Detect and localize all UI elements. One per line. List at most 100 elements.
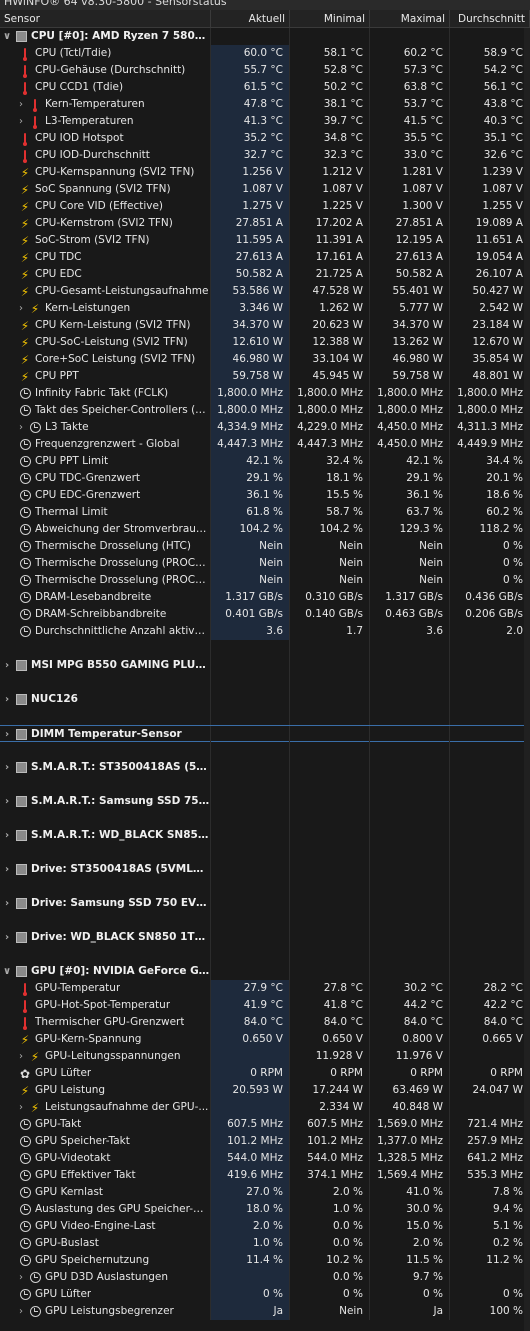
sensor-row[interactable]: GPU Speicher-Takt 101.2 MHz 101.2 MHz 1,377… [0, 1133, 530, 1150]
sensor-row[interactable]: Thermische Drosselung (PROCH... Nein Nein N… [0, 572, 530, 589]
sensor-row[interactable]: Infinity Fabric Takt (FCLK) 1,800.0 MHz 1,… [0, 385, 530, 402]
sensor-row[interactable]: CPU EDC-Grenzwert 36.1 % 15.5 % 36.1 % 18.6 … [0, 487, 530, 504]
sensor-row[interactable]: GPU Effektiver Takt 419.6 MHz 374.1 MHz 1,5… [0, 1167, 530, 1184]
lightning-icon: ⚡ [20, 216, 30, 231]
expand-chevron-icon[interactable]: › [14, 1048, 28, 1065]
sensor-row[interactable]: ⚡ SoC Spannung (SVI2 TFN) 1.087 V 1.087 V 1.… [0, 181, 530, 198]
current-value: 104.2 % [211, 521, 290, 538]
sensor-row[interactable]: Thermische Drosselung (HTC) Nein Nein Nein 0… [0, 538, 530, 555]
sensor-row[interactable]: › ⚡ Leistungsaufnahme der GPU-... 2.334 W 40… [0, 1099, 530, 1116]
expand-chevron-icon[interactable]: › [0, 895, 14, 912]
sensor-row[interactable]: ⚡ CPU Kern-Leistung (SVI2 TFN) 34.370 W 20.… [0, 317, 530, 334]
average-value: 0.206 GB/s [450, 606, 530, 623]
sensor-row[interactable]: CPU IOD-Durchschnitt 32.7 °C 32.3 °C 33.0 °… [0, 147, 530, 164]
expand-chevron-icon[interactable]: › [0, 691, 14, 708]
sensor-row[interactable]: Thermischer GPU-Grenzwert 84.0 °C 84.0 °C 8… [0, 1014, 530, 1031]
sensor-row[interactable]: › L3 Takte 4,334.9 MHz 4,229.0 MHz 4,450.0 M… [0, 419, 530, 436]
sensor-row[interactable]: Frequenzgrenzwert - Global 4,447.3 MHz 4,4… [0, 436, 530, 453]
sensor-row[interactable]: Takt des Speicher-Controllers (U... 1,800… [0, 402, 530, 419]
sensor-row[interactable]: › GPU D3D Auslastungen 0.0 % 9.7 % [0, 1269, 530, 1286]
sensor-row[interactable]: ⚡ CPU-SoC-Leistung (SVI2 TFN) 12.610 W 12.3… [0, 334, 530, 351]
sensor-group-row[interactable]: › Drive: ST3500418AS (5VML8QCE) [D:] [0, 861, 530, 878]
sensor-row[interactable]: ⚡ CPU-Kernspannung (SVI2 TFN) 1.256 V 1.212… [0, 164, 530, 181]
sensor-row[interactable]: DRAM-Schreibbandbreite 0.401 GB/s 0.140 GB… [0, 606, 530, 623]
sensor-row[interactable]: ✿ GPU Lüfter 0 RPM 0 RPM 0 RPM 0 RPM [0, 1065, 530, 1082]
expand-chevron-icon[interactable]: › [0, 861, 14, 878]
expand-chevron-icon[interactable]: › [0, 759, 14, 776]
sensor-row[interactable]: ⚡ CPU PPT 59.758 W 45.945 W 59.758 W 48.801 W [0, 368, 530, 385]
maximum-value: 33.0 °C [370, 147, 450, 164]
sensor-row[interactable]: CPU IOD Hotspot 35.2 °C 34.8 °C 35.5 °C 35.1… [0, 130, 530, 147]
sensor-row[interactable]: ⚡ CPU-Kernstrom (SVI2 TFN) 27.851 A 17.202 … [0, 215, 530, 232]
collapse-chevron-icon[interactable]: ∨ [0, 963, 14, 980]
sensor-group-row[interactable]: ∨ GPU [#0]: NVIDIA GeForce GTX 1080 Ti: A… [0, 963, 530, 980]
expand-chevron-icon[interactable]: › [14, 1099, 28, 1116]
sensor-row[interactable]: ⚡ GPU-Kern-Spannung 0.650 V 0.650 V 0.800 V0… [0, 1031, 530, 1048]
expand-chevron-icon[interactable]: › [14, 1269, 28, 1286]
sensor-row[interactable]: CPU-Gehäuse (Durchschnitt) 55.7 °C 52.8 °C… [0, 62, 530, 79]
sensor-row[interactable]: › ⚡ GPU-Leitungsspannungen 11.928 V 11.976 V [0, 1048, 530, 1065]
thermometer-icon [28, 98, 42, 112]
expand-chevron-icon[interactable]: › [14, 113, 28, 130]
sensor-row[interactable]: › ⚡ Kern-Leistungen 3.346 W 1.262 W 5.777 W 2.… [0, 300, 530, 317]
expand-chevron-icon[interactable]: › [14, 96, 28, 113]
sensor-row[interactable]: Thermal Limit 61.8 % 58.7 % 63.7 % 60.2 % [0, 504, 530, 521]
sensor-row[interactable]: › GPU Leistungsbegrenzer Ja Nein Ja 100 % [0, 1303, 530, 1320]
sensor-row[interactable]: GPU-Hot-Spot-Temperatur 41.9 °C 41.8 °C 44.… [0, 997, 530, 1014]
expand-chevron-icon[interactable]: › [0, 929, 14, 946]
sensor-row[interactable]: GPU-Videotakt 544.0 MHz 544.0 MHz 1,328.5 M… [0, 1150, 530, 1167]
sensor-row[interactable]: ⚡ CPU TDC 27.613 A 17.161 A 27.613 A 19.054 A [0, 249, 530, 266]
sensor-row[interactable]: Abweichung der Stromverbrauch... 104.2 % 1… [0, 521, 530, 538]
sensor-group-row[interactable]: › MSI MPG B550 GAMING PLUS (MS-7C56) (Nuv… [0, 657, 530, 674]
sensor-row[interactable]: ⚡ SoC-Strom (SVI2 TFN) 11.595 A 11.391 A 12.… [0, 232, 530, 249]
expand-chevron-icon[interactable]: › [14, 300, 28, 317]
expand-chevron-icon[interactable]: › [0, 827, 14, 844]
sensor-group-row[interactable]: › Drive: WD_BLACK SN850 1TB (220369440404… [0, 929, 530, 946]
column-header-maximum[interactable]: Maximal [370, 10, 450, 28]
sensor-row[interactable]: GPU-Takt 607.5 MHz 607.5 MHz 1,569.0 MHz 721… [0, 1116, 530, 1133]
column-header-minimum[interactable]: Minimal [290, 10, 370, 28]
collapse-chevron-icon[interactable]: ∨ [0, 28, 14, 45]
sensor-row[interactable]: Durchschnittliche Anzahl aktiver ... 3.6 1… [0, 623, 530, 640]
sensor-row[interactable]: CPU CCD1 (Tdie) 61.5 °C 50.2 °C 63.8 °C 56.1… [0, 79, 530, 96]
sensor-row[interactable]: Auslastung des GPU Speicher-Co... 18.0 % 1… [0, 1201, 530, 1218]
sensor-row[interactable]: GPU-Buslast 1.0 % 0.0 % 2.0 % 0.2 % [0, 1235, 530, 1252]
sensor-chip-icon [14, 659, 28, 673]
sensor-group-row[interactable]: › Drive: Samsung SSD 750 EVO 500GB (S36SN… [0, 895, 530, 912]
sensor-name-cell: CPU (Tctl/Tdie) [0, 45, 211, 62]
expand-chevron-icon[interactable]: › [14, 1303, 28, 1320]
average-value: 1,800.0 MHz [450, 402, 530, 419]
sensor-row[interactable]: ⚡ Core+SoC Leistung (SVI2 TFN) 46.980 W 33.… [0, 351, 530, 368]
sensor-row[interactable]: › L3-Temperaturen 41.3 °C 39.7 °C 41.5 °C 40.… [0, 113, 530, 130]
sensor-group-row[interactable]: › DIMM Temperatur-Sensor [0, 725, 530, 743]
sensor-row[interactable]: CPU TDC-Grenzwert 29.1 % 18.1 % 29.1 % 20.1 … [0, 470, 530, 487]
sensor-group-row[interactable]: ∨ CPU [#0]: AMD Ryzen 7 5800X3D: Enhanced [0, 28, 530, 45]
sensor-row[interactable]: CPU PPT Limit 42.1 % 32.4 % 42.1 % 34.4 % [0, 453, 530, 470]
sensor-row[interactable]: GPU Lüfter 0 % 0 % 0 % 0 % [0, 1286, 530, 1303]
sensor-row[interactable]: DRAM-Lesebandbreite 1.317 GB/s 0.310 GB/s 1… [0, 589, 530, 606]
sensor-group-row[interactable]: › S.M.A.R.T.: WD_BLACK SN850 1TB (2203694… [0, 827, 530, 844]
sensor-row[interactable]: GPU Video-Engine-Last 2.0 % 0.0 % 15.0 % 5.1… [0, 1218, 530, 1235]
expand-chevron-icon[interactable]: › [0, 793, 14, 810]
sensor-row[interactable]: GPU Speichernutzung 11.4 % 10.2 % 11.5 % 11.… [0, 1252, 530, 1269]
sensor-name-cell: CPU EDC-Grenzwert [0, 487, 211, 504]
sensor-group-row[interactable]: › S.M.A.R.T.: ST3500418AS (5VML8QCE) [D:] [0, 759, 530, 776]
sensor-row[interactable]: ⚡ CPU Core VID (Effective) 1.275 V 1.225 V1… [0, 198, 530, 215]
vertical-scrollbar[interactable] [524, 28, 530, 1331]
column-header-current[interactable]: Aktuell [211, 10, 290, 28]
sensor-row[interactable]: ⚡ CPU EDC 50.582 A 21.725 A 50.582 A 26.107 A [0, 266, 530, 283]
sensor-row[interactable]: ⚡ GPU Leistung 20.593 W 17.244 W 63.469 W 24.… [0, 1082, 530, 1099]
sensor-row[interactable]: CPU (Tctl/Tdie) 60.0 °C 58.1 °C 60.2 °C 58.9… [0, 45, 530, 62]
expand-chevron-icon[interactable]: › [0, 726, 14, 743]
sensor-row[interactable]: GPU Kernlast 27.0 % 2.0 % 41.0 % 7.8 % [0, 1184, 530, 1201]
column-header-average[interactable]: Durchschnitt [450, 10, 530, 28]
expand-chevron-icon[interactable]: › [0, 657, 14, 674]
sensor-group-row[interactable]: › NUC126 [0, 691, 530, 708]
expand-chevron-icon[interactable]: › [14, 419, 28, 436]
sensor-row[interactable]: GPU-Temperatur 27.9 °C 27.8 °C 30.2 °C 28.2 … [0, 980, 530, 997]
sensor-group-row[interactable]: › S.M.A.R.T.: Samsung SSD 750 EVO 500GB (… [0, 793, 530, 810]
sensor-row[interactable]: Thermische Drosselung (PROCH... Nein Nein N… [0, 555, 530, 572]
sensor-row[interactable]: › Kern-Temperaturen 47.8 °C 38.1 °C 53.7 °C 4… [0, 96, 530, 113]
sensor-row[interactable]: ⚡ CPU-Gesamt-Leistungsaufnahme 53.586 W 47.… [0, 283, 530, 300]
column-header-sensor[interactable]: Sensor [0, 10, 211, 28]
